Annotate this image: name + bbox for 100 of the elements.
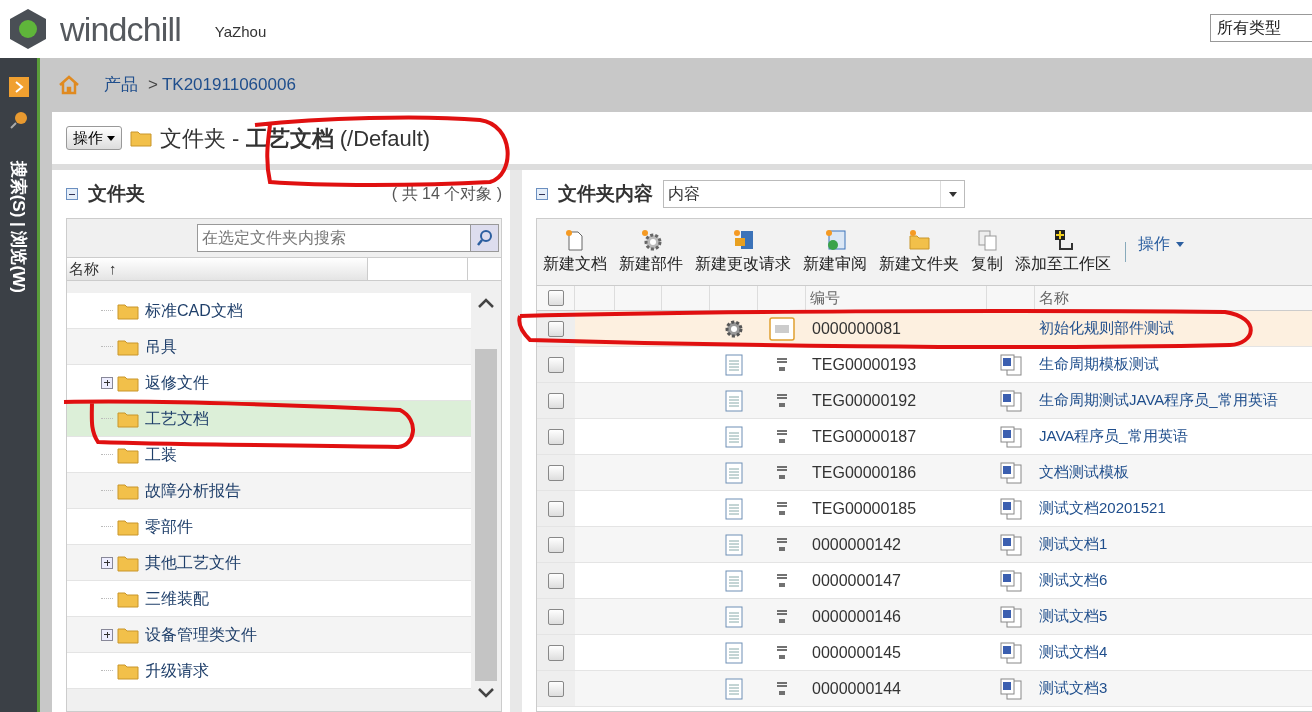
toolbar-button[interactable]: 新建文件夹 xyxy=(879,228,959,276)
checkbox[interactable] xyxy=(548,536,564,553)
scroll-up-icon[interactable] xyxy=(477,297,495,309)
folder-tree-item[interactable]: 其他工艺文件 xyxy=(67,545,471,581)
folder-tree-item[interactable]: 升级请求 xyxy=(67,653,471,689)
checkbox[interactable] xyxy=(548,608,564,625)
checkbox[interactable] xyxy=(548,356,564,373)
expand-icon[interactable] xyxy=(101,628,113,641)
column-header[interactable]: 名称 xyxy=(1035,286,1312,310)
toolbar-button[interactable]: 新建文档 xyxy=(543,228,607,276)
item-link[interactable]: 测试文档5 xyxy=(1039,605,1108,628)
table-row[interactable]: 0000000144 测试文档3 xyxy=(537,671,1312,707)
checkbox[interactable] xyxy=(547,290,564,306)
folder-icon xyxy=(117,337,139,356)
table-row[interactable]: TEG00000193 生命周期模板测试 xyxy=(537,347,1312,383)
folder-name: 故障分析报告 xyxy=(145,480,241,501)
panel-title: 文件夹内容 xyxy=(558,181,653,206)
folder-tree-item[interactable]: 零部件 xyxy=(67,509,471,545)
folder-name: 设备管理类文件 xyxy=(145,624,257,645)
folder-tree-item[interactable]: 标准CAD文档 xyxy=(67,293,471,329)
table-cell-text: 0000000144 xyxy=(811,678,902,699)
toolbar-button[interactable]: 添加至工作区 xyxy=(1015,228,1111,276)
folder-icon xyxy=(117,445,139,464)
new-change-request-icon xyxy=(731,228,755,252)
checkbox[interactable] xyxy=(548,392,564,409)
table-cell-text: TEG00000187 xyxy=(811,426,918,447)
thumbnail-icon xyxy=(775,643,789,662)
toolbar-button[interactable]: 新建更改请求 xyxy=(695,228,791,276)
search-browse-tab[interactable]: 搜索(S) | 浏览(W) xyxy=(5,160,32,294)
folder-tree-item[interactable]: 返修文件 xyxy=(67,365,471,401)
folder-name: 标准CAD文档 xyxy=(145,300,243,321)
folder-search-field[interactable]: 在选定文件夹内搜索 xyxy=(197,224,471,252)
expand-icon[interactable] xyxy=(101,556,113,569)
collapse-icon[interactable] xyxy=(66,188,78,200)
document-icon xyxy=(725,641,743,664)
item-link[interactable]: 测试文档20201521 xyxy=(1039,497,1166,520)
table-row[interactable]: 0000000146 测试文档5 xyxy=(537,599,1312,635)
thumbnail-icon xyxy=(775,355,789,374)
folder-tree-item[interactable]: 故障分析报告 xyxy=(67,473,471,509)
folder-icon xyxy=(117,589,139,608)
document-icon xyxy=(725,497,743,520)
item-link[interactable]: 测试文档4 xyxy=(1039,641,1108,664)
document-icon xyxy=(725,569,743,592)
table-row[interactable]: TEG00000186 文档测试模板 xyxy=(537,455,1312,491)
item-link[interactable]: 测试文档6 xyxy=(1039,569,1108,592)
folder-name: 升级请求 xyxy=(145,660,209,681)
checkbox[interactable] xyxy=(548,500,564,517)
item-link[interactable]: JAVA程序员_常用英语 xyxy=(1039,425,1188,448)
folder-tree-item[interactable]: 设备管理类文件 xyxy=(67,617,471,653)
table-row[interactable]: 0000000147 测试文档6 xyxy=(537,563,1312,599)
folder-tree-item[interactable]: 工装 xyxy=(67,437,471,473)
item-link[interactable]: 测试文档1 xyxy=(1039,533,1108,556)
toolbar-button[interactable]: 新建部件 xyxy=(619,228,683,276)
folder-tree-item[interactable]: 三维装配 xyxy=(67,581,471,617)
collapse-icon[interactable] xyxy=(536,188,548,200)
folder-name: 返修文件 xyxy=(145,372,209,393)
checkbox[interactable] xyxy=(548,572,564,589)
scroll-down-icon[interactable] xyxy=(477,687,495,699)
breadcrumb-link[interactable]: TK201911060006 xyxy=(161,72,296,98)
toolbar-button[interactable]: 复制 xyxy=(971,228,1003,276)
item-link[interactable]: 生命周期测试JAVA程序员_常用英语 xyxy=(1039,389,1278,412)
checkbox[interactable] xyxy=(548,320,564,337)
view-select[interactable]: 内容 xyxy=(663,180,965,208)
item-link[interactable]: 初始化规则部件测试 xyxy=(1039,317,1174,340)
expand-icon[interactable] xyxy=(101,376,113,389)
scrollbar-thumb[interactable] xyxy=(475,349,497,681)
thumbnail-icon xyxy=(775,391,789,410)
checkbox[interactable] xyxy=(548,680,564,697)
folder-icon xyxy=(117,625,139,644)
logo-text: windchill xyxy=(60,8,181,50)
table-cell-text: TEG00000185 xyxy=(811,498,918,519)
item-link[interactable]: 测试文档3 xyxy=(1039,677,1108,700)
table-cell-text: 0000000142 xyxy=(811,534,902,555)
search-button[interactable] xyxy=(471,224,499,252)
word-file-icon xyxy=(999,389,1023,412)
table-row[interactable]: 0000000142 测试文档1 xyxy=(537,527,1312,563)
column-header[interactable]: 编号 xyxy=(806,286,987,310)
table-row[interactable]: TEG00000192 生命周期测试JAVA程序员_常用英语 xyxy=(537,383,1312,419)
table-row[interactable]: TEG00000185 测试文档20201521 xyxy=(537,491,1312,527)
checkbox[interactable] xyxy=(548,464,564,481)
thumbnail-icon xyxy=(775,463,789,482)
actions-button[interactable]: 操作 xyxy=(66,126,122,150)
folder-icon xyxy=(117,517,139,536)
column-header[interactable]: 名称 ↑ xyxy=(67,258,367,280)
item-link[interactable]: 文档测试模板 xyxy=(1039,461,1129,484)
checkbox[interactable] xyxy=(548,428,564,445)
actions-menu[interactable]: 操作 xyxy=(1138,232,1184,256)
type-select[interactable]: 所有类型 xyxy=(1210,14,1312,42)
table-row[interactable]: TEG00000187 JAVA程序员_常用英语 xyxy=(537,419,1312,455)
navigator-icon xyxy=(7,76,30,98)
word-file-icon xyxy=(999,569,1023,592)
checkbox[interactable] xyxy=(548,644,564,661)
word-file-icon xyxy=(999,497,1023,520)
breadcrumb-link[interactable]: 产品 xyxy=(104,72,138,98)
document-icon xyxy=(725,677,743,700)
toolbar-button[interactable]: 新建审阅 xyxy=(803,228,867,276)
table-row[interactable]: 0000000145 测试文档4 xyxy=(537,635,1312,671)
item-link[interactable]: 生命周期模板测试 xyxy=(1039,353,1159,376)
folder-tree-item[interactable]: 吊具 xyxy=(67,329,471,365)
document-icon xyxy=(725,461,743,484)
